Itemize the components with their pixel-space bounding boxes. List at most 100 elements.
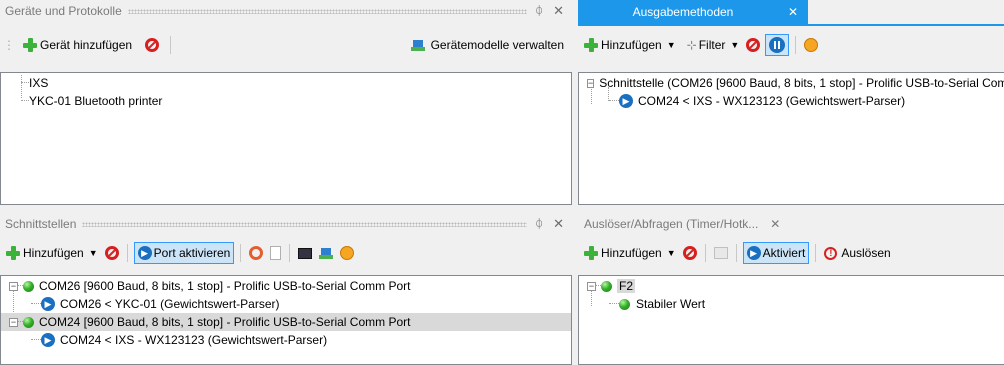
add-output-label: Hinzufügen bbox=[601, 38, 662, 52]
output-tabs: Ausgabemethoden ✕ bbox=[578, 0, 1004, 24]
status-ok-icon bbox=[23, 280, 34, 292]
timer-button[interactable] bbox=[338, 242, 356, 264]
play-icon: ▶ bbox=[41, 333, 55, 347]
collapse-toggle[interactable]: − bbox=[9, 281, 18, 291]
document-button[interactable] bbox=[268, 242, 283, 264]
add-icon bbox=[583, 37, 599, 53]
tab-output-methods[interactable]: Ausgabemethoden ✕ bbox=[578, 0, 808, 24]
device-item-label: YKC-01 Bluetooth printer bbox=[29, 94, 163, 108]
tree-node-label: COM24 < IXS - WX123123 (Gewichtswert-Par… bbox=[60, 333, 328, 347]
pause-button[interactable] bbox=[765, 34, 790, 56]
interfaces-tree: − COM26 [9600 Baud, 8 bits, 1 stop] - Pr… bbox=[0, 275, 572, 365]
status-ok-icon bbox=[23, 316, 34, 328]
toolbar-separator bbox=[795, 36, 797, 54]
pause-icon bbox=[769, 37, 786, 53]
output-tree: − Schnittstelle (COM26 [9600 Baud, 8 bit… bbox=[578, 72, 1004, 205]
toolbar-separator bbox=[289, 244, 291, 262]
devices-toolbar: ⋮ Gerät hinzufügen Gerätemodelle verwalt… bbox=[0, 32, 572, 58]
help-button[interactable] bbox=[247, 242, 265, 264]
panel-grip[interactable] bbox=[82, 221, 528, 227]
triggers-tree: − F2 Stabiler Wert bbox=[578, 275, 1004, 365]
collapse-toggle[interactable]: − bbox=[587, 281, 596, 291]
tree-node-label: COM24 < IXS - WX123123 (Gewichtswert-Par… bbox=[638, 94, 906, 108]
tree-node-label: COM26 < YKC-01 (Gewichtswert-Parser) bbox=[60, 297, 280, 311]
output-methods-panel: Ausgabemethoden ✕ Hinzufügen ▼ ⊹ Filter … bbox=[578, 0, 1004, 205]
close-icon[interactable]: ✕ bbox=[553, 216, 564, 232]
add-device-button[interactable]: Gerät hinzufügen bbox=[20, 34, 134, 56]
delete-trigger-button[interactable] bbox=[681, 242, 699, 264]
tree-node[interactable]: − Schnittstelle (COM26 [9600 Baud, 8 bit… bbox=[579, 74, 1004, 92]
add-trigger-button[interactable]: Hinzufügen ▼ bbox=[581, 242, 678, 264]
delete-output-button[interactable] bbox=[744, 34, 762, 56]
devices-list: IXS YKC-01 Bluetooth printer bbox=[0, 72, 572, 205]
close-icon[interactable]: ✕ bbox=[553, 3, 564, 19]
tree-node-label: Stabiler Wert bbox=[636, 297, 706, 311]
list-item[interactable]: YKC-01 Bluetooth printer bbox=[1, 92, 571, 110]
add-interface-label: Hinzufügen bbox=[23, 246, 84, 260]
tree-node-selected[interactable]: − COM24 [9600 Baud, 8 bits, 1 stop] - Pr… bbox=[1, 313, 571, 331]
activated-toggle[interactable]: ▶ Aktiviert bbox=[742, 242, 810, 264]
monitor-button[interactable] bbox=[296, 242, 314, 264]
add-output-button[interactable]: Hinzufügen ▼ bbox=[581, 34, 678, 56]
filter-button[interactable]: ⊹ Filter ▼ bbox=[685, 34, 742, 56]
interfaces-panel-title: Schnittstellen bbox=[5, 217, 77, 231]
triggers-panel: Auslöser/Abfragen (Timer/Hotk... ✕ Hinzu… bbox=[578, 213, 1004, 365]
triggers-tabs: Auslöser/Abfragen (Timer/Hotk... ✕ bbox=[578, 213, 1004, 235]
collapse-toggle[interactable]: − bbox=[9, 317, 18, 327]
tree-node-label: F2 bbox=[617, 279, 636, 293]
output-toolbar: Hinzufügen ▼ ⊹ Filter ▼ bbox=[578, 32, 1004, 58]
tab-output-methods-label: Ausgabemethoden bbox=[632, 5, 734, 19]
tree-node[interactable]: Stabiler Wert bbox=[579, 295, 1004, 313]
clock-icon bbox=[340, 246, 355, 260]
lifering-icon bbox=[249, 246, 264, 260]
panel-grip[interactable] bbox=[127, 8, 528, 14]
toolbar-separator bbox=[170, 36, 172, 54]
close-icon[interactable]: ✕ bbox=[770, 217, 780, 231]
pin-icon[interactable]: ᛰ bbox=[535, 3, 543, 19]
trigger-button[interactable]: ! Auslösen bbox=[822, 242, 892, 264]
play-icon: ▶ bbox=[137, 246, 152, 260]
toolbar-separator bbox=[704, 244, 706, 262]
device-models-icon bbox=[410, 38, 425, 52]
toolbar-separator bbox=[815, 244, 817, 262]
pin-icon[interactable]: ᛰ bbox=[535, 216, 543, 232]
manage-models-button[interactable]: Gerätemodelle verwalten bbox=[409, 34, 566, 56]
list-item[interactable]: IXS bbox=[1, 74, 571, 92]
collapse-toggle[interactable]: − bbox=[587, 78, 595, 88]
tree-node[interactable]: − COM26 [9600 Baud, 8 bits, 1 stop] - Pr… bbox=[1, 277, 571, 295]
tab-triggers-label: Auslöser/Abfragen (Timer/Hotk... bbox=[584, 217, 759, 231]
tree-node-label: COM24 [9600 Baud, 8 bits, 1 stop] - Prol… bbox=[39, 315, 411, 329]
activated-label: Aktiviert bbox=[762, 246, 806, 260]
tree-node[interactable]: ▶ COM24 < IXS - WX123123 (Gewichtswert-P… bbox=[579, 87, 1004, 110]
device-models-button[interactable] bbox=[317, 242, 335, 264]
port-activate-button[interactable]: ▶ Port aktivieren bbox=[133, 242, 235, 264]
timer-button[interactable] bbox=[802, 34, 820, 56]
add-interface-button[interactable]: Hinzufügen ▼ bbox=[3, 242, 100, 264]
tree-node[interactable]: ▶ COM26 < YKC-01 (Gewichtswert-Parser) bbox=[1, 295, 571, 313]
device-item-label: IXS bbox=[29, 76, 49, 90]
delete-icon bbox=[104, 246, 119, 260]
filter-icon: ⊹ bbox=[686, 38, 697, 52]
toolbar-separator bbox=[126, 244, 128, 262]
devices-panel-header: Geräte und Protokolle ᛰ ✕ bbox=[0, 0, 572, 22]
tab-triggers[interactable]: Auslöser/Abfragen (Timer/Hotk... ✕ bbox=[578, 213, 792, 235]
tree-node[interactable]: ▶ COM24 < IXS - WX123123 (Gewichtswert-P… bbox=[1, 331, 571, 349]
triggers-toolbar: Hinzufügen ▼ ▶ Aktiviert ! Auslösen bbox=[578, 240, 1004, 266]
tree-node-label: COM26 [9600 Baud, 8 bits, 1 stop] - Prol… bbox=[39, 279, 411, 293]
add-device-label: Gerät hinzufügen bbox=[40, 38, 133, 52]
port-activate-label: Port aktivieren bbox=[153, 246, 231, 260]
tree-node[interactable]: − F2 bbox=[579, 277, 1004, 295]
edit-button[interactable] bbox=[712, 242, 730, 264]
add-icon bbox=[583, 245, 599, 261]
add-trigger-label: Hinzufügen bbox=[601, 246, 662, 260]
chevron-down-icon: ▼ bbox=[88, 248, 98, 258]
tree-node-label: Schnittstelle (COM26 [9600 Baud, 8 bits,… bbox=[599, 76, 1004, 90]
alert-icon: ! bbox=[824, 246, 838, 260]
delete-interface-button[interactable] bbox=[103, 242, 121, 264]
toolbar-separator bbox=[240, 244, 242, 262]
delete-icon bbox=[746, 38, 761, 52]
delete-icon bbox=[145, 38, 160, 52]
tab-underline bbox=[578, 24, 1004, 26]
delete-device-button[interactable] bbox=[143, 34, 161, 56]
close-icon[interactable]: ✕ bbox=[788, 5, 798, 19]
